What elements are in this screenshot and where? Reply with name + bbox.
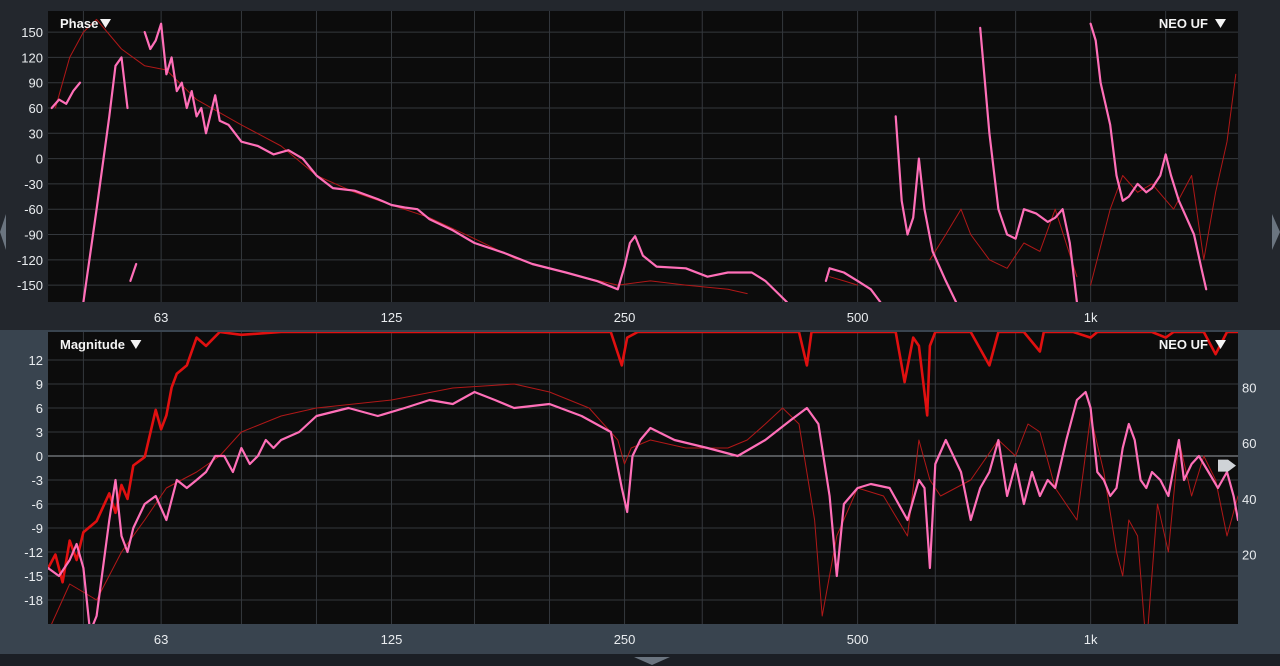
x-tick-label: 125 [381, 310, 403, 325]
y-tick-label: -90 [24, 228, 43, 243]
y2-tick-label: 60 [1242, 436, 1256, 451]
y-tick-label: 60 [29, 101, 43, 116]
collapse-right-arrow-icon[interactable] [1272, 214, 1280, 250]
y-tick-label: -9 [31, 521, 43, 536]
collapse-left-arrow-icon[interactable] [0, 214, 6, 250]
y-tick-label: 3 [36, 425, 43, 440]
x-tick-label: 250 [614, 632, 636, 647]
source-label[interactable]: NEO UF [1159, 16, 1208, 31]
panel-title[interactable]: Magnitude [60, 337, 125, 352]
y2-tick-label: 40 [1242, 492, 1256, 507]
y-tick-label: 90 [29, 76, 43, 91]
x-tick-label: 1k [1084, 632, 1098, 647]
y-tick-label: 12 [29, 353, 43, 368]
y-tick-label: -150 [17, 278, 43, 293]
y-tick-label: 6 [36, 401, 43, 416]
y-tick-label: 9 [36, 377, 43, 392]
y-tick-label: 0 [36, 152, 43, 167]
y-tick-label: -120 [17, 253, 43, 268]
magnitude-panel: 12 9 6 3 0 -3 -6 -9 -12 -15 -18 80 60 40 20 63 125 250 500… [0, 330, 1280, 654]
y-tick-label: 30 [29, 126, 43, 141]
x-tick-label: 500 [847, 632, 869, 647]
magnitude-plot[interactable]: 129630-3-6-9-12-15-188060402063 125 250 500… [0, 330, 1280, 654]
y2-tick-label: 20 [1242, 547, 1256, 562]
y2-tick-label: 80 [1242, 381, 1256, 396]
y-tick-label: -60 [24, 202, 43, 217]
x-tick-label: 63 [154, 632, 168, 647]
y-tick-label: -3 [31, 473, 43, 488]
x-tick-label: 1k [1084, 310, 1098, 325]
y-tick-label: 120 [21, 50, 43, 65]
phase-plot[interactable]: 150 120 90 60 30 0 -30 -60 -90 -120 -150 63 125 250 50… [0, 0, 1280, 330]
panel-title[interactable]: Phase [60, 16, 98, 31]
y-tick-label: -18 [24, 593, 43, 608]
source-label[interactable]: NEO UF [1159, 337, 1208, 352]
x-tick-label: 500 [847, 310, 869, 325]
phase-panel: 150 120 90 60 30 0 -30 -60 -90 -120 -150 63 125 250 50… [0, 0, 1280, 330]
plot-area [48, 332, 1238, 624]
x-tick-label: 63 [154, 310, 168, 325]
expand-down-arrow-icon[interactable] [634, 657, 670, 665]
x-tick-label: 125 [381, 632, 403, 647]
y-tick-label: 0 [36, 449, 43, 464]
y-tick-label: -15 [24, 569, 43, 584]
y-tick-label: -30 [24, 177, 43, 192]
x-tick-label: 250 [614, 310, 636, 325]
y-tick-label: -12 [24, 545, 43, 560]
plot-area [48, 11, 1238, 302]
y-tick-label: 150 [21, 25, 43, 40]
y-tick-label: -6 [31, 497, 43, 512]
